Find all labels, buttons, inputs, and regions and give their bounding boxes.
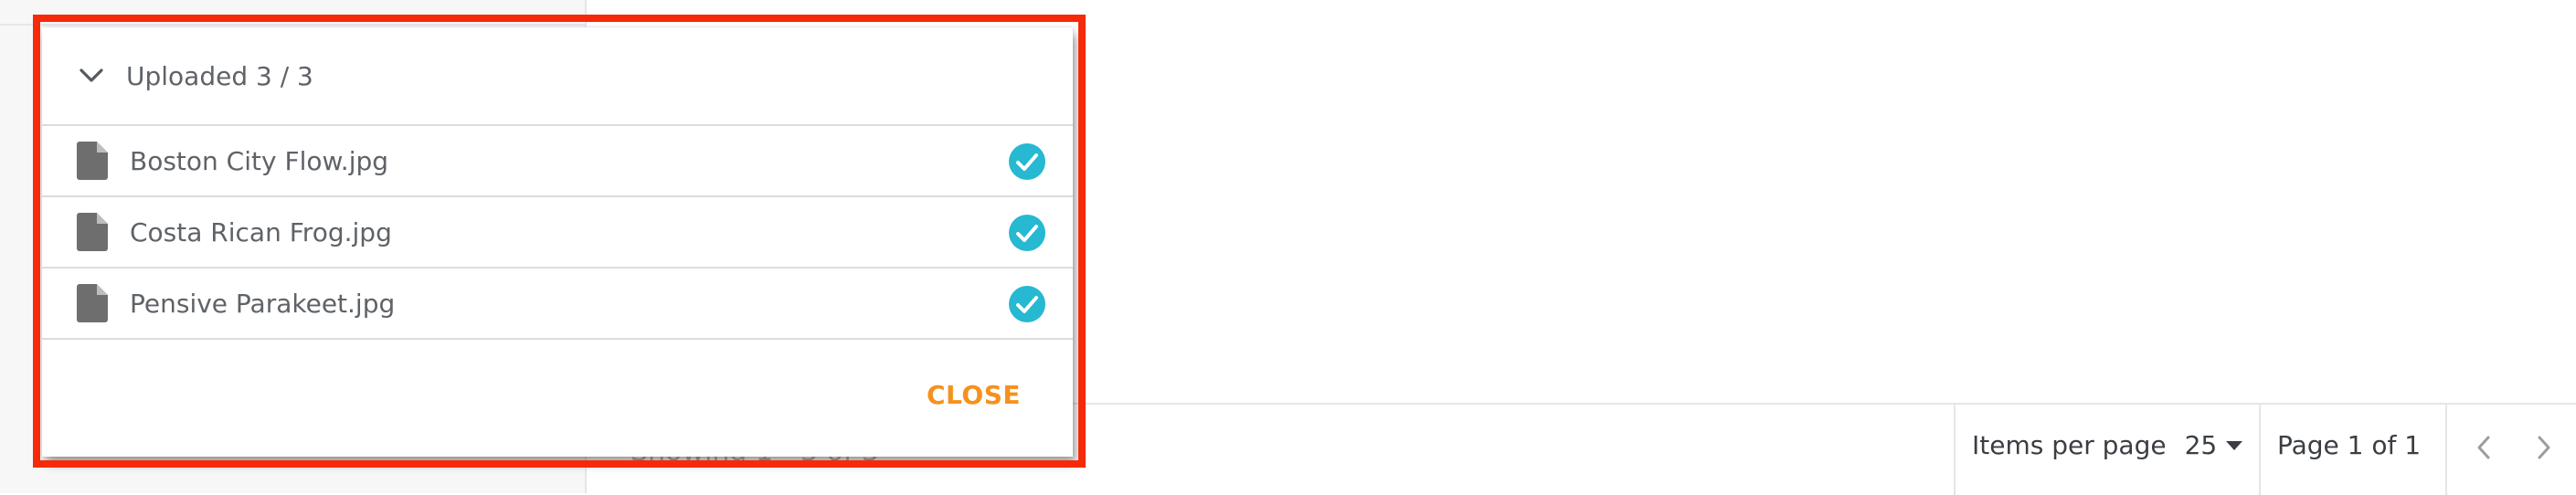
footer-divider — [1954, 405, 1956, 495]
upload-file-row: Costa Rican Frog.jpg — [42, 197, 1073, 269]
upload-dialog-title: Uploaded 3 / 3 — [126, 60, 313, 91]
chevron-down-icon[interactable] — [79, 68, 104, 84]
file-name: Costa Rican Frog.jpg — [130, 216, 392, 248]
upload-dialog-header[interactable]: Uploaded 3 / 3 — [42, 27, 1073, 126]
file-name: Pensive Parakeet.jpg — [130, 288, 396, 319]
chevron-left-icon — [2477, 436, 2490, 459]
file-icon — [77, 213, 108, 251]
caret-down-icon — [2226, 440, 2243, 450]
file-icon — [77, 284, 108, 322]
check-circle-icon — [1009, 286, 1045, 322]
upload-file-row: Boston City Flow.jpg — [42, 126, 1073, 197]
next-page-button[interactable] — [2524, 425, 2564, 470]
footer-divider — [2445, 405, 2447, 495]
items-per-page: Items per page 25 — [1972, 430, 2243, 460]
sidebar-divider — [0, 24, 585, 26]
page-indicator: Page 1 of 1 — [2277, 430, 2422, 460]
chevron-right-icon — [2538, 436, 2550, 459]
file-icon — [77, 142, 108, 180]
previous-page-button[interactable] — [2464, 425, 2504, 470]
items-per-page-label: Items per page — [1972, 430, 2167, 460]
close-button[interactable]: CLOSE — [927, 380, 1021, 410]
footer-divider — [2259, 405, 2261, 495]
dialog-actions: CLOSE — [42, 340, 1073, 477]
items-per-page-select[interactable]: 25 — [2185, 430, 2243, 460]
upload-file-row: Pensive Parakeet.jpg — [42, 269, 1073, 340]
check-circle-icon — [1009, 215, 1045, 251]
items-per-page-value: 25 — [2184, 430, 2218, 460]
upload-dialog: Uploaded 3 / 3 Boston City Flow.jpg Cost… — [42, 27, 1073, 457]
check-circle-icon — [1009, 143, 1045, 180]
file-name: Boston City Flow.jpg — [130, 145, 389, 176]
